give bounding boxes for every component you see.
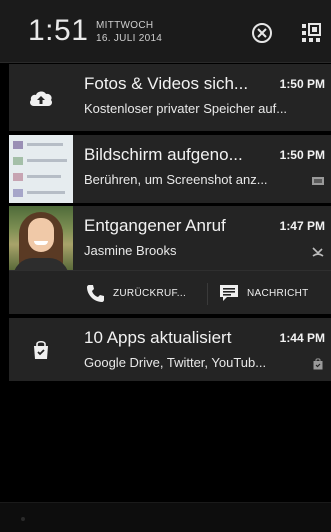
screenshot-thumbnail [9, 135, 73, 203]
notification-screenshot[interactable]: Bildschirm aufgeno... Berühren, um Scree… [9, 135, 331, 203]
message-label: NACHRICHT [247, 287, 309, 299]
notification-subtitle: Kostenloser privater Speicher auf... [84, 101, 288, 116]
notification-missed-call[interactable]: Entgangener Anruf Jasmine Brooks 1:47 PM… [9, 206, 331, 314]
cloud-upload-icon [30, 90, 52, 106]
missed-call-icon [312, 247, 324, 257]
shopping-bag-icon [34, 340, 48, 359]
notification-time: 1:50 PM [279, 77, 325, 91]
notification-time: 1:44 PM [279, 331, 325, 345]
quick-settings-icon[interactable] [300, 22, 322, 44]
clear-all-icon[interactable] [251, 22, 273, 44]
bottom-handle-bar[interactable] [0, 502, 331, 532]
handle-dot [21, 517, 25, 521]
notification-apps-updated[interactable]: 10 Apps aktualisiert Google Drive, Twitt… [9, 318, 331, 381]
clock-time: 1:51 [28, 14, 89, 47]
contact-photo [9, 206, 73, 270]
action-divider [207, 283, 208, 305]
notification-title: Entgangener Anruf [84, 216, 226, 235]
message-button[interactable]: NACHRICHT [219, 271, 309, 315]
date-block: MITTWOCH 16. JULI 2014 [96, 19, 162, 45]
notification-photo-backup[interactable]: Fotos & Videos sich... Kostenloser priva… [9, 64, 331, 131]
notification-time: 1:47 PM [279, 219, 325, 233]
image-icon [312, 177, 324, 185]
notification-icon [9, 64, 73, 131]
notification-subtitle: Jasmine Brooks [84, 243, 177, 258]
notification-time: 1:50 PM [279, 148, 325, 162]
message-icon [220, 285, 238, 301]
date-label: 16. JULI 2014 [96, 33, 163, 44]
notification-icon [9, 318, 73, 381]
notification-subtitle: Google Drive, Twitter, YouTub... [84, 355, 267, 370]
store-icon [313, 358, 323, 370]
weekday-label: MITTWOCH [96, 20, 154, 31]
callback-button[interactable]: ZURÜCKRUF... [85, 271, 186, 315]
notification-title: 10 Apps aktualisiert [84, 328, 232, 347]
notification-title: Bildschirm aufgeno... [84, 145, 243, 164]
notification-subtitle: Berühren, um Screenshot anz... [84, 172, 268, 187]
notification-header: 1:51 MITTWOCH 16. JULI 2014 [0, 0, 331, 63]
notification-actions: ZURÜCKRUF... NACHRICHT [9, 270, 331, 315]
phone-icon [87, 285, 104, 302]
callback-label: ZURÜCKRUF... [113, 287, 187, 299]
notification-title: Fotos & Videos sich... [84, 74, 249, 93]
